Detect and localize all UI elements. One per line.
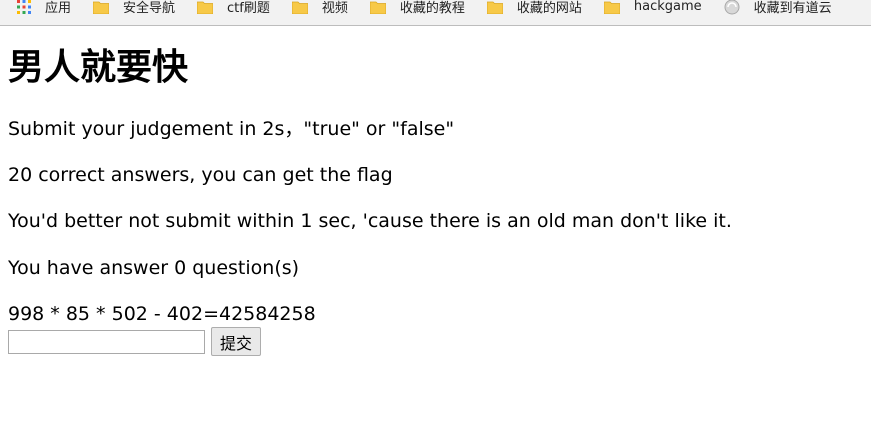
- bookmark-folder-6[interactable]: hackgame: [582, 0, 702, 20]
- bookmark-youdao-label: 收藏到有道云: [753, 1, 832, 16]
- bookmark-folder-1[interactable]: 安全导航: [71, 0, 175, 20]
- goal-text: 20 correct answers, you can get the flag: [8, 164, 393, 186]
- warning-text: You'd better not submit within 1 sec, 'c…: [8, 210, 732, 232]
- bookmark-folder-5[interactable]: 收藏的网站: [465, 0, 582, 20]
- page-content: 男人就要快 Submit your judgement in 2s，"true"…: [8, 27, 871, 356]
- answer-form: 提交: [8, 327, 262, 356]
- folder-icon: [369, 1, 386, 14]
- youdao-cloud-icon: [724, 0, 740, 14]
- bookmarks-bar: 应用 安全导航 ctf刷题 视频 收藏的教程 收藏的网站 hackgame 收藏…: [0, 0, 871, 26]
- folder-icon: [603, 1, 620, 14]
- instruction-text: Submit your judgement in 2s，"true" or "f…: [8, 118, 455, 140]
- bookmark-folder-label: 安全导航: [123, 1, 176, 16]
- submit-button[interactable]: 提交: [211, 327, 262, 356]
- bookmark-folder-label: ctf刷题: [227, 1, 270, 16]
- bookmark-folder-3[interactable]: 视频: [270, 0, 348, 20]
- bookmark-folder-label: 收藏的网站: [516, 1, 582, 16]
- bookmark-apps-label: 应用: [45, 1, 72, 16]
- folder-icon: [93, 1, 110, 14]
- bookmark-apps[interactable]: 应用: [17, 0, 71, 20]
- folder-icon: [486, 1, 503, 14]
- progress-text: You have answer 0 question(s): [8, 257, 300, 279]
- bookmark-folder-label: 视频: [321, 1, 348, 16]
- bookmark-folder-2[interactable]: ctf刷题: [175, 0, 270, 20]
- folder-icon: [197, 1, 214, 14]
- apps-grid-icon: [17, 0, 31, 14]
- bookmark-folder-4[interactable]: 收藏的教程: [348, 0, 465, 20]
- folder-icon: [291, 1, 308, 14]
- math-expression: 998 * 85 * 502 - 402=42584258: [8, 303, 316, 325]
- page-title: 男人就要快: [8, 47, 189, 88]
- answer-input[interactable]: [8, 329, 205, 354]
- bookmark-folder-label: 收藏的教程: [399, 1, 465, 16]
- bookmark-folder-label: hackgame: [633, 0, 702, 14]
- bookmark-youdao[interactable]: 收藏到有道云: [702, 0, 832, 20]
